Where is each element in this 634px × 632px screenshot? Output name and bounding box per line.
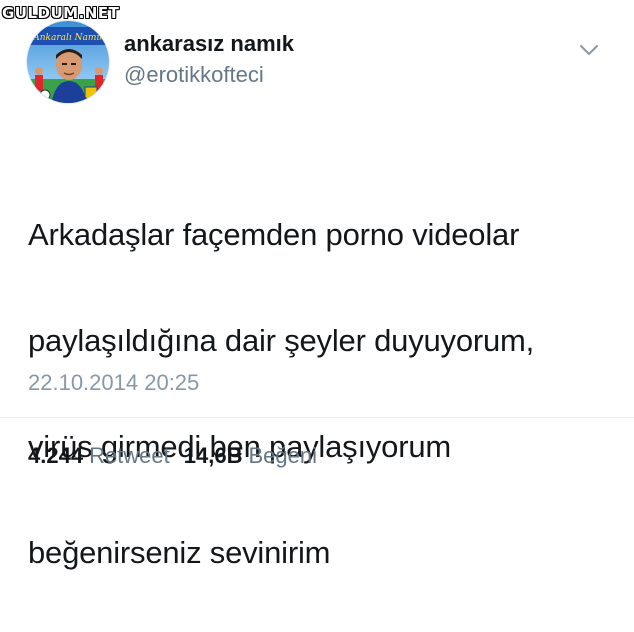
avatar[interactable]: Ankaralı Namık	[26, 20, 110, 104]
avatar-caption: Ankaralı Namık	[32, 33, 105, 43]
tweet-timestamp[interactable]: 22.10.2014 20:25	[28, 372, 199, 394]
retweet-label[interactable]: Retweet	[89, 443, 170, 468]
tweet-line: Arkadaşlar façemden porno videolar	[28, 217, 520, 252]
tweet-stats: 4.244 Retweet 14,6B Beğeni	[28, 445, 331, 467]
user-handle[interactable]: @erotikkofteci	[124, 64, 264, 86]
tweet-line: beğenirseniz sevinirim	[28, 535, 331, 570]
divider	[0, 417, 634, 418]
retweet-count[interactable]: 4.244	[28, 443, 83, 468]
display-name[interactable]: ankarasız namık	[124, 33, 294, 55]
site-watermark: GULDUM.NET	[2, 4, 120, 22]
chevron-down-icon[interactable]	[576, 40, 602, 60]
tweet-line: paylaşıldığına dair şeyler duyuyorum,	[28, 323, 535, 358]
like-label[interactable]: Beğeni	[249, 443, 318, 468]
like-count[interactable]: 14,6B	[184, 443, 243, 468]
avatar-image: Ankaralı Namık	[27, 21, 109, 103]
